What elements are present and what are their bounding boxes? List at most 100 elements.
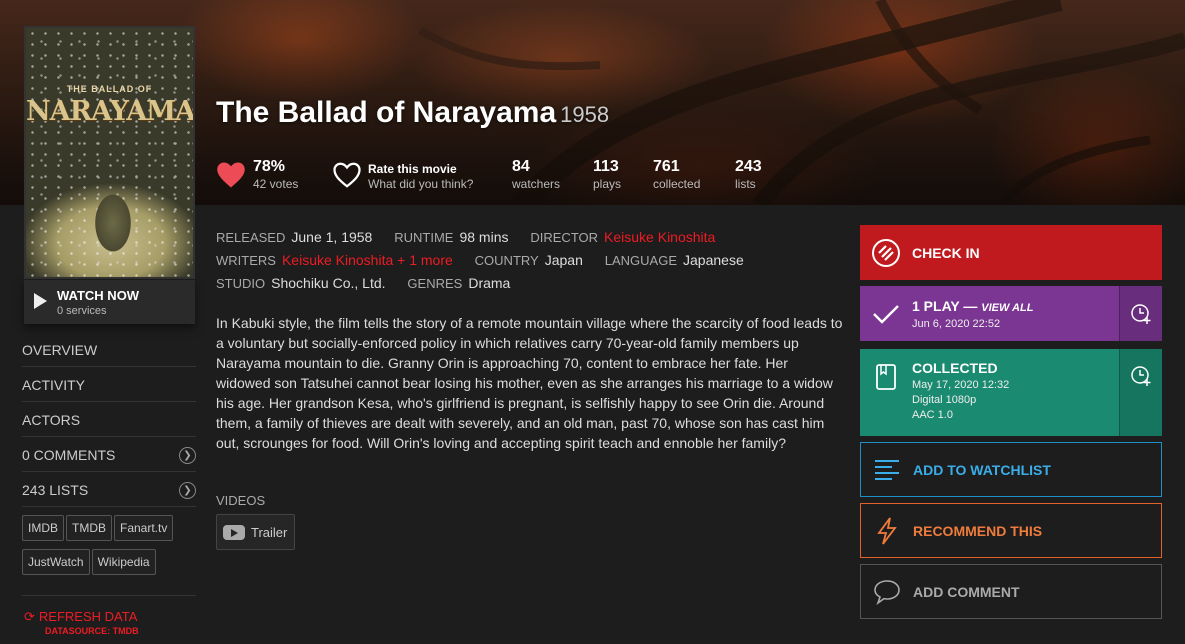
sidebar-item-label: 0 COMMENTS bbox=[22, 447, 116, 463]
collected-stat[interactable]: 761 collected bbox=[653, 158, 700, 191]
sidebar-item-label: ACTORS bbox=[22, 412, 81, 428]
collected-label: collected bbox=[653, 177, 701, 191]
language-key: LANGUAGE bbox=[604, 253, 678, 268]
movie-details: RELEASED June 1, 1958 RUNTIME 98 mins DIRE… bbox=[216, 226, 744, 295]
sidebar-divider bbox=[22, 595, 196, 596]
collected-title: COLLECTED bbox=[912, 360, 998, 376]
sidebar-nav: OVERVIEW ACTIVITY ACTORS 0 COMMENTS ❯ 243… bbox=[22, 332, 196, 507]
lists-count: 243 bbox=[735, 158, 762, 175]
plays-panel[interactable]: 1 PLAY — VIEW ALL Jun 6, 2020 22:52 bbox=[860, 286, 1162, 341]
trailer-label: Trailer bbox=[251, 524, 288, 540]
add-comment-button[interactable]: ADD COMMENT bbox=[860, 564, 1162, 619]
checkmark-icon bbox=[860, 286, 912, 341]
play-icon bbox=[34, 293, 47, 309]
link-fanart[interactable]: Fanart.tv bbox=[114, 515, 174, 541]
movie-overview: In Kabuki style, the film tells the stor… bbox=[216, 315, 843, 451]
sidebar-item-lists[interactable]: 243 LISTS ❯ bbox=[22, 472, 196, 507]
trailer-button[interactable]: Trailer bbox=[216, 514, 295, 550]
link-tmdb[interactable]: TMDB bbox=[66, 515, 112, 541]
watchers-label: watchers bbox=[512, 177, 561, 191]
check-in-icon bbox=[860, 238, 912, 268]
genres-key: GENRES bbox=[407, 276, 463, 291]
plays-stat[interactable]: 113 plays bbox=[593, 158, 621, 191]
refresh-icon: ⟳ bbox=[24, 609, 35, 624]
details-row: WRITERS Keisuke Kinoshita + 1 more COUNTR… bbox=[216, 249, 744, 272]
runtime-key: RUNTIME bbox=[394, 230, 454, 245]
released-key: RELEASED bbox=[216, 230, 286, 245]
lists-stat[interactable]: 243 lists bbox=[735, 158, 762, 191]
writers-key: WRITERS bbox=[216, 253, 276, 268]
chevron-right-icon: ❯ bbox=[179, 481, 196, 499]
refresh-data-link[interactable]: ⟳ REFRESH DATA DATASOURCE: TMDB bbox=[24, 609, 139, 636]
released-value: June 1, 1958 bbox=[291, 229, 373, 245]
recommend-label: RECOMMEND THIS bbox=[913, 522, 1043, 539]
sidebar-item-comments[interactable]: 0 COMMENTS ❯ bbox=[22, 437, 196, 472]
heart-outline-icon bbox=[333, 162, 361, 188]
link-imdb[interactable]: IMDB bbox=[22, 515, 64, 541]
speech-bubble-icon bbox=[861, 579, 913, 605]
plays-date: Jun 6, 2020 22:52 bbox=[912, 318, 1001, 330]
link-wikipedia[interactable]: Wikipedia bbox=[91, 549, 156, 575]
plays-title: 1 PLAY — bbox=[912, 298, 978, 314]
director-key: DIRECTOR bbox=[530, 230, 599, 245]
plays-label: plays bbox=[593, 177, 622, 191]
sidebar-item-label: OVERVIEW bbox=[22, 342, 98, 358]
sidebar-item-actors[interactable]: ACTORS bbox=[22, 402, 196, 437]
collected-audio: AAC 1.0 bbox=[912, 409, 953, 421]
watchers-count: 84 bbox=[512, 158, 530, 175]
collected-date: May 17, 2020 12:32 bbox=[912, 379, 1010, 391]
country-value: Japan bbox=[544, 252, 583, 268]
rate-movie-label: Rate this movie bbox=[368, 162, 457, 176]
datasource-label: DATASOURCE: TMDB bbox=[45, 626, 139, 636]
language-value: Japanese bbox=[683, 252, 744, 268]
recommend-button[interactable]: RECOMMEND THIS bbox=[860, 503, 1162, 558]
chevron-right-icon: ❯ bbox=[179, 446, 196, 464]
check-in-button[interactable]: CHECK IN bbox=[860, 225, 1162, 280]
rating-percent: 78% bbox=[253, 158, 286, 175]
add-collection-button[interactable] bbox=[1119, 349, 1162, 436]
lists-label: lists bbox=[735, 177, 756, 191]
writers-link[interactable]: Keisuke Kinoshita + 1 more bbox=[282, 252, 453, 268]
link-justwatch[interactable]: JustWatch bbox=[22, 549, 90, 575]
comment-label: ADD COMMENT bbox=[913, 583, 1020, 600]
list-icon bbox=[861, 459, 913, 481]
collected-panel[interactable]: COLLECTED May 17, 2020 12:32 Digital 108… bbox=[860, 349, 1162, 436]
runtime-value: 98 mins bbox=[459, 229, 509, 245]
collection-icon bbox=[860, 349, 912, 436]
country-key: COUNTRY bbox=[474, 253, 539, 268]
lightning-icon bbox=[861, 516, 913, 545]
poster-title: NARAYAMA bbox=[26, 96, 195, 127]
studio-value: Shochiku Co., Ltd. bbox=[271, 275, 386, 291]
heart-icon bbox=[217, 162, 245, 188]
rating-votes: 42 votes bbox=[253, 177, 299, 191]
videos-heading: VIDEOS bbox=[216, 493, 266, 508]
watch-now-button[interactable]: WATCH NOW 0 services bbox=[24, 280, 195, 324]
clock-plus-icon bbox=[1131, 303, 1151, 324]
watch-now-label: WATCH NOW bbox=[57, 288, 140, 303]
sidebar-item-activity[interactable]: ACTIVITY bbox=[22, 367, 196, 402]
director-link[interactable]: Keisuke Kinoshita bbox=[604, 229, 715, 245]
movie-title: The Ballad of Narayama bbox=[216, 96, 557, 129]
refresh-label: REFRESH DATA bbox=[38, 609, 138, 624]
sidebar-item-overview[interactable]: OVERVIEW bbox=[22, 332, 196, 367]
view-all-link[interactable]: VIEW ALL bbox=[981, 302, 1033, 314]
check-in-label: CHECK IN bbox=[912, 244, 980, 261]
add-play-button[interactable] bbox=[1119, 286, 1162, 341]
rate-movie-sub: What did you think? bbox=[368, 177, 474, 191]
page-title: The Ballad of Narayama 1958 bbox=[216, 96, 609, 130]
collected-format: Digital 1080p bbox=[912, 394, 977, 406]
movie-poster[interactable]: THE BALLAD OF NARAYAMA bbox=[24, 26, 195, 279]
details-row: STUDIO Shochiku Co., Ltd. GENRES Drama bbox=[216, 272, 744, 295]
sidebar-item-label: ACTIVITY bbox=[22, 377, 86, 393]
studio-key: STUDIO bbox=[216, 276, 266, 291]
watchers-stat[interactable]: 84 watchers bbox=[512, 158, 560, 191]
clock-plus-icon bbox=[1131, 366, 1151, 386]
add-to-watchlist-button[interactable]: ADD TO WATCHLIST bbox=[860, 442, 1162, 497]
sidebar-item-label: 243 LISTS bbox=[22, 482, 89, 498]
plays-count: 113 bbox=[593, 158, 619, 175]
details-row: RELEASED June 1, 1958 RUNTIME 98 mins DIRE… bbox=[216, 226, 744, 249]
poster-title-small: THE BALLAD OF bbox=[66, 84, 153, 94]
watchlist-label: ADD TO WATCHLIST bbox=[913, 461, 1051, 478]
external-links: IMDB TMDB Fanart.tv JustWatch Wikipedia bbox=[22, 515, 198, 583]
collected-count: 761 bbox=[653, 158, 680, 175]
